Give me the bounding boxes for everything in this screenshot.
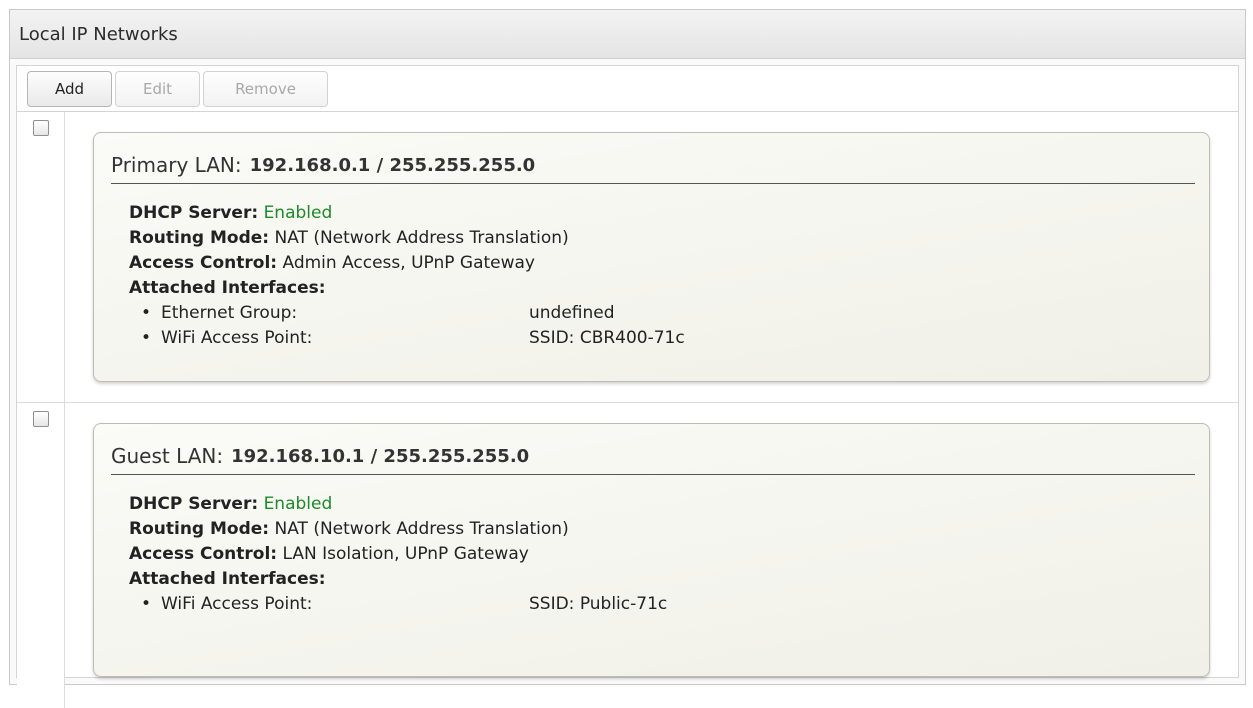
network-name: Primary LAN: <box>111 153 242 177</box>
routing-line: Routing Mode: NAT (Network Address Trans… <box>129 226 1189 251</box>
interfaces-list: • WiFi Access Point: SSID: Public-71c <box>129 592 1189 617</box>
network-card: Primary LAN: 192.168.0.1 / 255.255.255.0… <box>93 132 1210 382</box>
interface-item: • Ethernet Group: undefined <box>129 301 1189 326</box>
checkbox-cell <box>17 403 65 708</box>
access-line: Access Control: Admin Access, UPnP Gatew… <box>129 251 1189 276</box>
interface-value: undefined <box>529 303 615 323</box>
network-address: 192.168.0.1 / 255.255.255.0 <box>249 154 536 176</box>
access-value: LAN Isolation, UPnP Gateway <box>282 544 529 564</box>
interface-name: Ethernet Group: <box>161 303 298 323</box>
bullet-icon: • <box>141 594 152 614</box>
interfaces-label: Attached Interfaces: <box>129 569 326 589</box>
interfaces-line: Attached Interfaces: <box>129 276 1189 301</box>
interfaces-list: • Ethernet Group: undefined • WiFi Acces… <box>129 301 1189 351</box>
interface-value: SSID: CBR400-71c <box>529 328 685 348</box>
network-title: Primary LAN: 192.168.0.1 / 255.255.255.0 <box>111 147 1195 184</box>
interface-item: • WiFi Access Point: SSID: CBR400-71c <box>129 326 1189 351</box>
interface-value: SSID: Public-71c <box>529 594 668 614</box>
network-card: Guest LAN: 192.168.10.1 / 255.255.255.0 … <box>93 423 1210 677</box>
select-guest-lan-checkbox[interactable] <box>33 411 49 427</box>
routing-line: Routing Mode: NAT (Network Address Trans… <box>129 517 1189 542</box>
interface-item: • WiFi Access Point: SSID: Public-71c <box>129 592 1189 617</box>
select-primary-lan-checkbox[interactable] <box>33 120 49 136</box>
network-details: DHCP Server: Enabled Routing Mode: NAT (… <box>129 201 1189 351</box>
edit-button[interactable]: Edit <box>115 71 200 107</box>
network-details: DHCP Server: Enabled Routing Mode: NAT (… <box>129 492 1189 617</box>
access-value: Admin Access, UPnP Gateway <box>282 253 535 273</box>
routing-value: NAT (Network Address Translation) <box>274 519 569 539</box>
bullet-icon: • <box>141 328 152 348</box>
checkbox-cell <box>17 112 65 402</box>
dhcp-label: DHCP Server: <box>129 203 259 223</box>
bullet-icon: • <box>141 303 152 323</box>
list-item: Guest LAN: 192.168.10.1 / 255.255.255.0 … <box>17 403 1238 708</box>
routing-label: Routing Mode: <box>129 228 270 248</box>
interfaces-line: Attached Interfaces: <box>129 567 1189 592</box>
access-label: Access Control: <box>129 253 278 273</box>
network-title: Guest LAN: 192.168.10.1 / 255.255.255.0 <box>111 438 1195 475</box>
network-name: Guest LAN: <box>111 444 224 468</box>
toolbar: Add Edit Remove <box>27 71 328 107</box>
dhcp-label: DHCP Server: <box>129 494 259 514</box>
network-list: Primary LAN: 192.168.0.1 / 255.255.255.0… <box>17 111 1238 708</box>
local-ip-networks-panel: Local IP Networks Add Edit Remove Primar… <box>9 9 1246 708</box>
access-label: Access Control: <box>129 544 278 564</box>
dhcp-line: DHCP Server: Enabled <box>129 201 1189 226</box>
panel-title: Local IP Networks <box>10 10 1245 59</box>
interface-name: WiFi Access Point: <box>161 594 313 614</box>
network-address: 192.168.10.1 / 255.255.255.0 <box>231 445 530 467</box>
interface-name: WiFi Access Point: <box>161 328 313 348</box>
access-line: Access Control: LAN Isolation, UPnP Gate… <box>129 542 1189 567</box>
routing-value: NAT (Network Address Translation) <box>274 228 569 248</box>
add-button[interactable]: Add <box>27 71 112 107</box>
interfaces-label: Attached Interfaces: <box>129 278 326 298</box>
routing-label: Routing Mode: <box>129 519 270 539</box>
dhcp-value: Enabled <box>263 203 333 223</box>
dhcp-line: DHCP Server: Enabled <box>129 492 1189 517</box>
panel-body: Add Edit Remove Primary LAN: 192.168.0.1… <box>16 65 1239 708</box>
remove-button[interactable]: Remove <box>203 71 328 107</box>
list-item: Primary LAN: 192.168.0.1 / 255.255.255.0… <box>17 112 1238 403</box>
dhcp-value: Enabled <box>263 494 333 514</box>
